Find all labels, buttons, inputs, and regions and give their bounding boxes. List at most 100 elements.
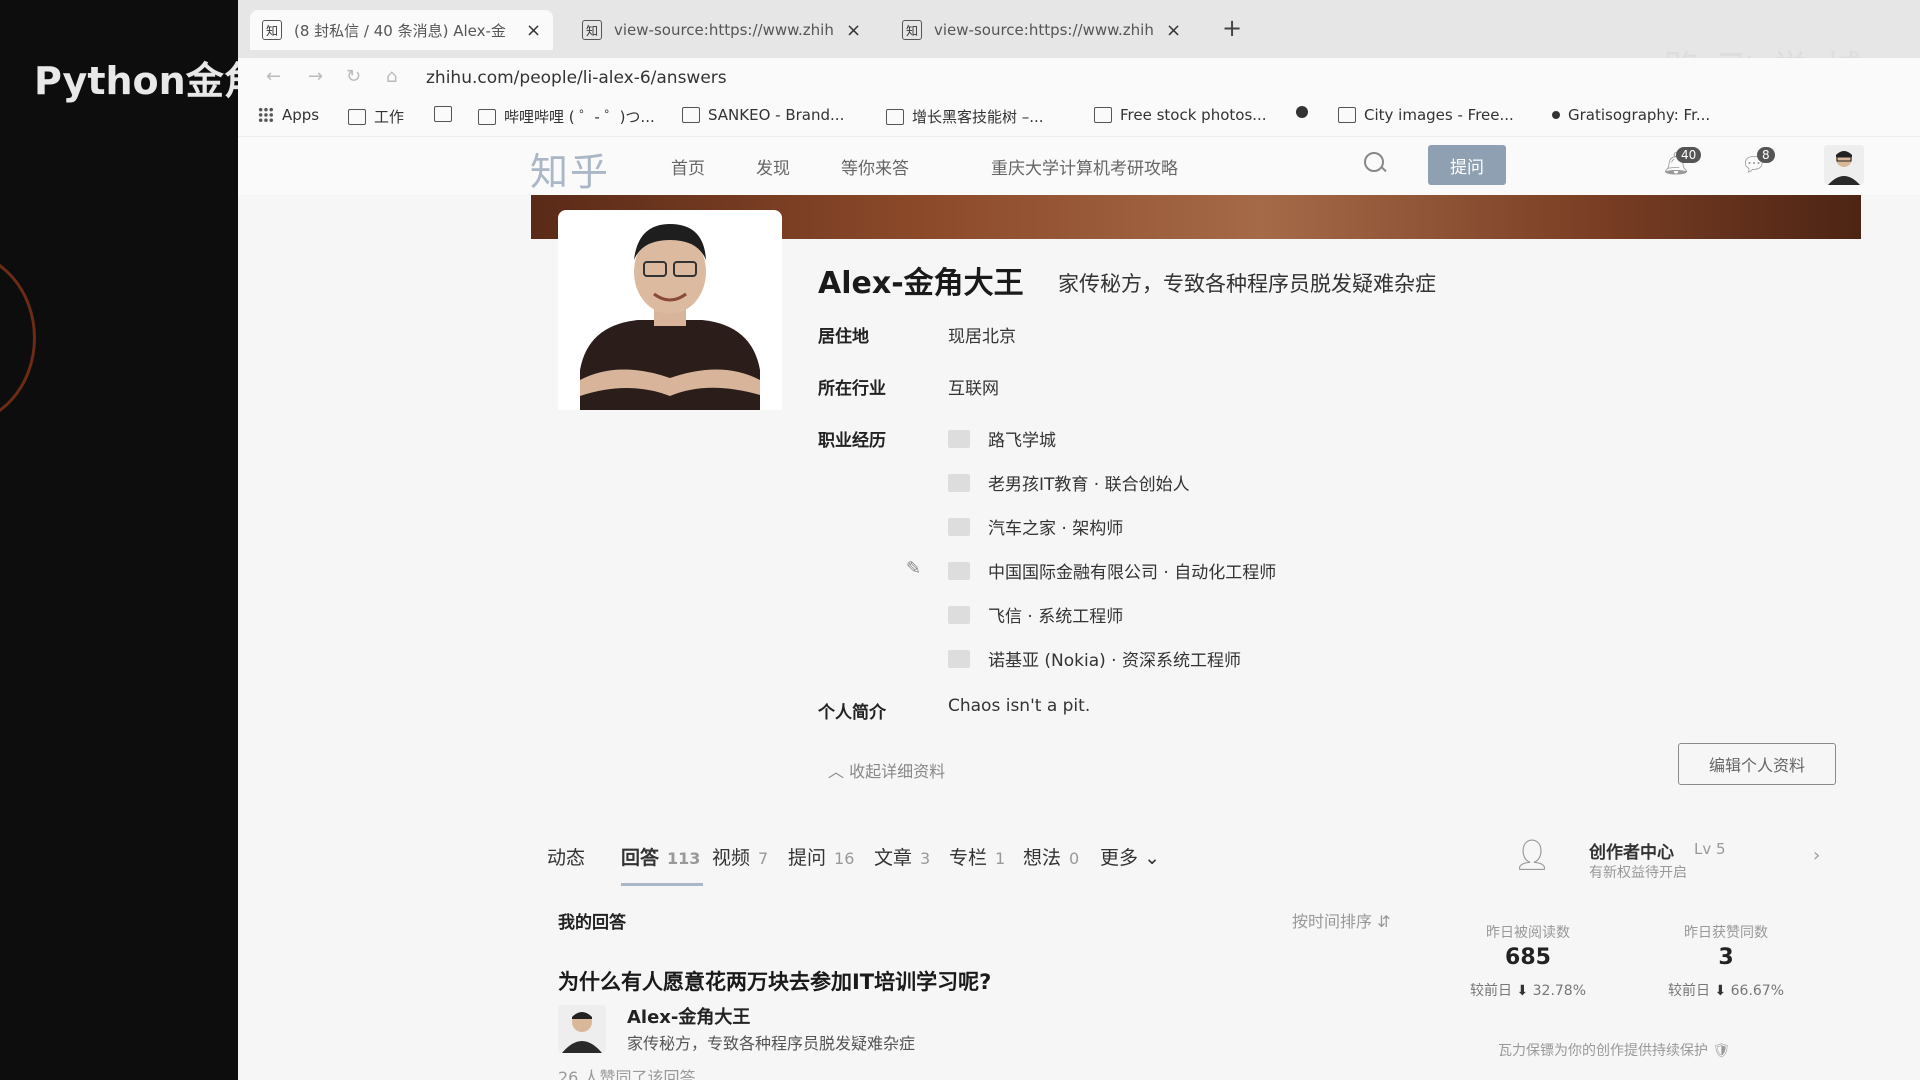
career-item[interactable]: 飞信 · 系统工程师 <box>948 602 1123 627</box>
collapse-details-link[interactable]: ︿ 收起详细资料 <box>828 758 945 782</box>
career-item[interactable]: 中国国际金融有限公司 · 自动化工程师 <box>948 558 1276 583</box>
bookmark-stock-photos[interactable]: Free stock photos... <box>1094 106 1267 124</box>
chevron-up-icon: ︿ <box>828 762 845 781</box>
footer-text: 瓦力保镖为你的创作提供持续保护 <box>1498 1043 1708 1059</box>
camera-icon <box>1338 107 1356 123</box>
zhihu-logo[interactable]: 知乎 <box>530 141 610 196</box>
nav-home[interactable]: 首页 <box>671 154 705 179</box>
tab-label: 视频 <box>712 847 751 869</box>
shield-icon: 🛡︎ <box>1712 1043 1731 1059</box>
overlay-title: Python金角 <box>34 59 238 103</box>
collapse-label: 收起详细资料 <box>849 762 946 781</box>
dot-icon <box>1552 111 1560 119</box>
bookmark-globe[interactable] <box>1296 106 1316 118</box>
search-icon[interactable] <box>1364 152 1384 172</box>
nav-discover[interactable]: 发现 <box>756 154 790 179</box>
tab-label: 动态 <box>547 847 586 869</box>
back-icon[interactable]: ← <box>266 66 281 87</box>
reload-icon[interactable]: ↻ <box>346 66 361 87</box>
question-title[interactable]: 为什么有人愿意花两万块去参加IT培训学习呢? <box>558 966 991 996</box>
browser-tab-1[interactable]: 知 (8 封私信 / 40 条消息) Alex-金 × <box>250 10 554 50</box>
bookmark-city-images[interactable]: City images - Free... <box>1338 106 1514 124</box>
profile-photo[interactable] <box>558 210 782 410</box>
tab-label: 提问 <box>788 847 827 869</box>
career-item[interactable]: 诺基亚 (Nokia) · 资深系统工程师 <box>948 646 1241 671</box>
chevron-right-icon[interactable]: › <box>1813 845 1820 866</box>
forward-icon[interactable]: → <box>308 66 323 87</box>
bookmark-bilibili[interactable]: 哔哩哔哩 ( ゜- ゜)つ... <box>478 106 655 127</box>
tab-questions[interactable]: 提问 16 <box>788 843 854 870</box>
hot-search-suggestion[interactable]: 重庆大学计算机考研攻略 <box>991 154 1178 179</box>
author-headline: 家传秘方，专致各种程序员脱发疑难杂症 <box>627 1034 916 1053</box>
sort-arrows-icon: ⇵ <box>1377 912 1391 931</box>
browser-tab-3[interactable]: 知 view-source:https://www.zhih × <box>902 10 1181 50</box>
nav-waiting-answers[interactable]: 等你来答 <box>841 154 909 179</box>
vote-count: 26 人赞同了该回答 <box>558 1068 696 1080</box>
zhihu-favicon-icon: 知 <box>582 20 602 40</box>
edit-pencil-icon[interactable]: ✎ <box>906 558 921 579</box>
close-tab-icon[interactable]: × <box>526 20 541 41</box>
tab-count: 0 <box>1069 849 1080 868</box>
tab-label: 文章 <box>874 847 913 869</box>
tab-label: 专栏 <box>949 847 988 869</box>
tab-videos[interactable]: 视频 7 <box>712 843 768 870</box>
edit-profile-button[interactable]: 编辑个人资料 <box>1678 743 1836 785</box>
sort-label: 按时间排序 <box>1292 912 1373 931</box>
user-avatar[interactable] <box>1824 145 1864 185</box>
company-logo-icon <box>948 561 970 580</box>
bookmark-gratisography[interactable]: Gratisography: Fr... <box>1552 106 1710 124</box>
profile-name: Alex-金角大王 <box>818 266 1024 301</box>
tab-label: 想法 <box>1023 847 1062 869</box>
zhihu-favicon-icon: 知 <box>902 20 922 40</box>
career-item[interactable]: 老男孩IT教育 · 联合创始人 <box>948 470 1190 495</box>
tab-answers[interactable]: 回答 113 <box>621 843 700 870</box>
tab-columns[interactable]: 专栏 1 <box>949 843 1005 870</box>
close-tab-icon[interactable]: × <box>846 20 861 41</box>
creator-protection-note[interactable]: 瓦力保镖为你的创作提供持续保护 🛡︎ <box>1498 1040 1730 1060</box>
tab-thoughts[interactable]: 想法 0 <box>1023 843 1079 870</box>
tab-count: 1 <box>995 849 1006 868</box>
zhihu-favicon-icon: 知 <box>262 20 282 40</box>
ask-question-button[interactable]: 提问 <box>1428 145 1506 185</box>
bookmark-work[interactable]: 工作 <box>348 106 404 127</box>
new-tab-button[interactable]: + <box>1222 14 1242 42</box>
arrow-down-icon: ⬇ <box>1516 983 1529 999</box>
sort-dropdown[interactable]: 按时间排序 ⇵ <box>1292 908 1391 932</box>
tab-more[interactable]: 更多 ⌄ <box>1100 843 1160 870</box>
industry-label: 所在行业 <box>818 379 886 399</box>
bookmark-apps[interactable]: Apps <box>258 106 319 124</box>
tab-activity[interactable]: 动态 <box>547 843 585 870</box>
stat-likes-value: 3 <box>1718 945 1734 970</box>
company-logo-icon <box>948 473 970 492</box>
close-tab-icon[interactable]: × <box>1166 20 1181 41</box>
creator-subtitle: 有新权益待开启 <box>1589 865 1687 881</box>
career-item[interactable]: 路飞学城 <box>948 426 1056 451</box>
career-item[interactable]: 汽车之家 · 架构师 <box>948 514 1123 539</box>
author-avatar[interactable] <box>558 1005 606 1053</box>
company-logo-icon <box>948 429 970 448</box>
bookmark-growth[interactable]: 增长黑客技能树 –... <box>886 106 1044 127</box>
home-icon[interactable]: ⌂ <box>386 66 397 87</box>
url-field[interactable]: zhihu.com/people/li-alex-6/answers <box>426 68 727 88</box>
creator-center-title[interactable]: 创作者中心 <box>1589 838 1674 863</box>
bookmark-label: SANKEO - Brand... <box>708 106 845 124</box>
browser-window: 知 (8 封私信 / 40 条消息) Alex-金 × 知 view-sourc… <box>238 0 1920 1080</box>
career-text: 老男孩IT教育 · 联合创始人 <box>988 475 1190 495</box>
browser-tab-2[interactable]: 知 view-source:https://www.zhih × <box>582 10 861 50</box>
bookmark-label: 增长黑客技能树 –... <box>912 108 1044 126</box>
tab-articles[interactable]: 文章 3 <box>874 843 930 870</box>
bookmark-label: Apps <box>282 106 320 124</box>
stat-likes-compare: 较前日 ⬇ 66.67% <box>1636 980 1816 1000</box>
globe-icon <box>1296 106 1308 118</box>
tab-title: (8 封私信 / 40 条消息) Alex-金 <box>294 21 506 40</box>
bookmark-bracket[interactable] <box>434 106 460 122</box>
notification-badge: 40 <box>1676 147 1702 163</box>
tab-label: 回答 <box>621 847 660 869</box>
compare-label: 较前日 <box>1667 983 1710 999</box>
author-name[interactable]: Alex-金角大王 <box>627 1003 750 1029</box>
industry-value[interactable]: 互联网 <box>948 374 999 399</box>
bookmark-sankeo[interactable]: SANKEO - Brand... <box>682 106 844 124</box>
bio-label: 个人简介 <box>818 703 886 723</box>
career-text: 路飞学城 <box>988 431 1056 451</box>
zhihu-header: 知乎 首页 发现 等你来答 重庆大学计算机考研攻略 提问 🔔︎ 40 💬︎ 8 <box>238 137 1920 195</box>
